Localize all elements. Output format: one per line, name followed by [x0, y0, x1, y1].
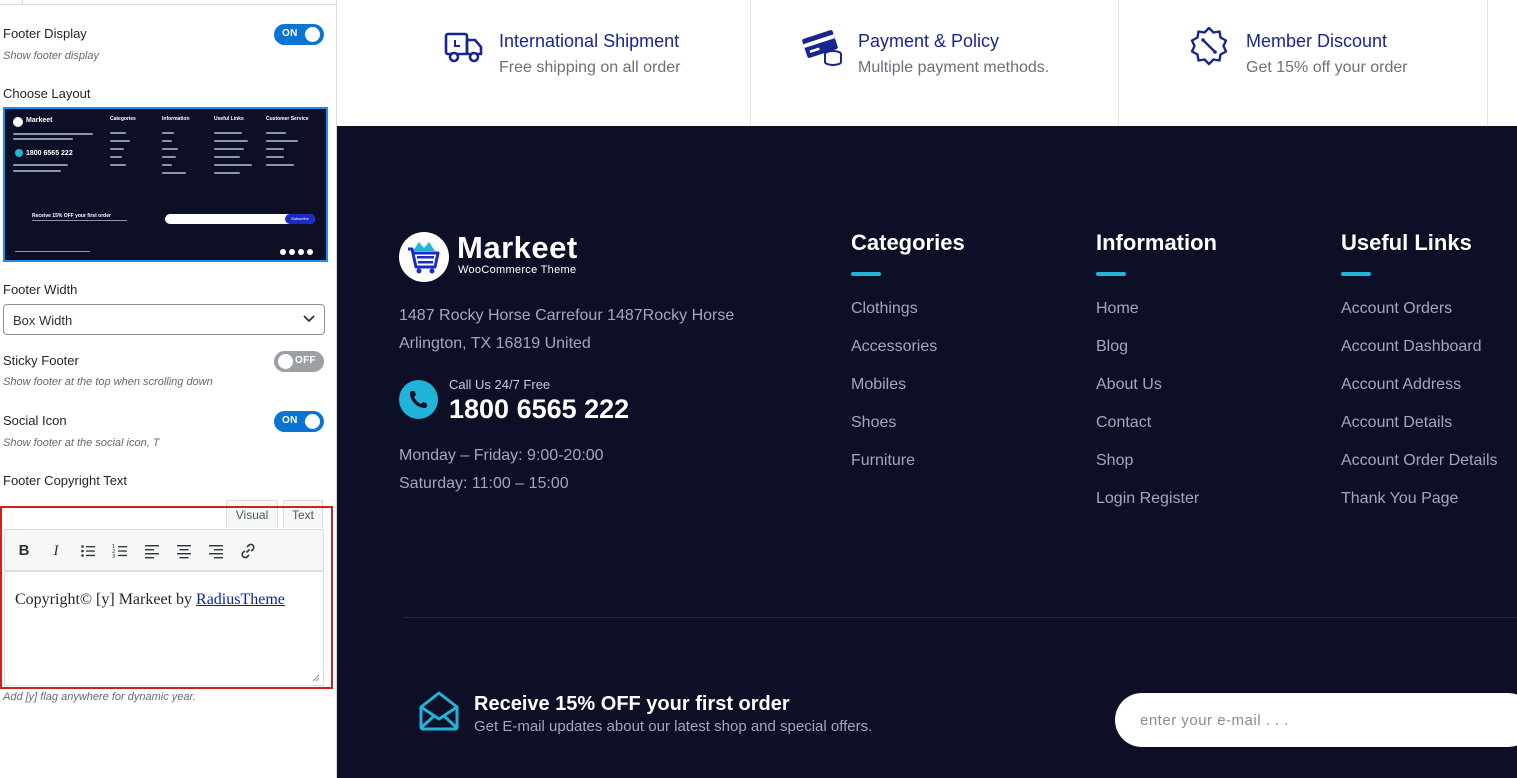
opening-hours: Monday – Friday: 9:00-20:00 Saturday: 11…: [399, 447, 604, 492]
footer-link[interactable]: About Us: [1096, 376, 1217, 414]
copyright-label: Footer Copyright Text: [3, 473, 128, 488]
customizer-panel: Footer Display Show footer display ON Ch…: [0, 0, 337, 778]
footer-display-label: Footer Display: [3, 26, 87, 41]
footer-width-value: Box Width: [13, 313, 73, 328]
toggle-state: OFF: [295, 355, 316, 366]
footer-width-select[interactable]: Box Width: [3, 304, 325, 335]
feature-title: Payment & Policy: [858, 31, 1000, 51]
feature-subtitle: Free shipping on all order: [499, 59, 681, 76]
sticky-footer-toggle[interactable]: OFF: [274, 351, 324, 372]
sticky-footer-desc: Show footer at the top when scrolling do…: [3, 376, 213, 388]
truck-icon: [444, 32, 483, 63]
thumb-subscribe-text: Receive 15% OFF your first order: [32, 213, 111, 219]
column-heading: Categories: [851, 230, 965, 255]
footer-link[interactable]: Login Register: [1096, 490, 1217, 528]
column-heading: Useful Links: [1341, 230, 1472, 255]
footer-column-categories: Categories Clothings Accessories Mobiles…: [851, 230, 965, 490]
thumb-heading: Information: [162, 116, 190, 122]
column-heading: Information: [1096, 230, 1217, 255]
credit-card-icon: [802, 30, 842, 66]
feature-title: Member Discount: [1246, 31, 1388, 51]
copyright-hint: Add [y] flag anywhere for dynamic year.: [3, 691, 196, 703]
cart-logo-icon[interactable]: [399, 232, 449, 282]
footer-link[interactable]: Account Details: [1341, 414, 1498, 452]
footer-display-toggle[interactable]: ON: [274, 24, 324, 45]
footer-link[interactable]: Thank You Page: [1341, 490, 1498, 528]
footer-link[interactable]: Blog: [1096, 338, 1217, 376]
call-label: Call Us 24/7 Free: [449, 377, 551, 392]
highlight-outline: [0, 506, 333, 689]
footer-display-desc: Show footer display: [3, 50, 99, 62]
footer-link[interactable]: Accessories: [851, 338, 965, 376]
logo-name[interactable]: Markeet: [457, 230, 578, 266]
footer-link[interactable]: Clothings: [851, 300, 965, 338]
call-number[interactable]: 1800 6565 222: [449, 394, 629, 425]
choose-layout-label: Choose Layout: [3, 86, 91, 101]
feature-discount: Member Discount Get 15% off your order: [1119, 0, 1487, 126]
toggle-knob: [305, 414, 320, 429]
newsletter-subtitle: Get E-mail updates about our latest shop…: [474, 718, 873, 735]
toggle-knob: [278, 354, 293, 369]
sticky-footer-label: Sticky Footer: [3, 353, 79, 368]
toggle-knob: [305, 27, 320, 42]
thumb-subscribe-button: Subscribe: [285, 214, 315, 224]
feature-subtitle: Get 15% off your order: [1246, 59, 1408, 76]
thumb-phone-icon: [15, 149, 23, 157]
feature-subtitle: Multiple payment methods.: [858, 59, 1050, 76]
envelope-icon: [419, 691, 459, 731]
feature-title: International Shipment: [499, 31, 680, 51]
footer-column-information: Information Home Blog About Us Contact S…: [1096, 230, 1217, 528]
panel-topbar: [0, 0, 337, 5]
footer-layout-thumbnail[interactable]: Markeet 1800 6565 222 Categories Informa…: [3, 107, 328, 262]
footer-link[interactable]: Account Order Details: [1341, 452, 1498, 490]
thumb-logo-icon: [13, 117, 23, 127]
footer-link[interactable]: Account Orders: [1341, 300, 1498, 338]
footer-link[interactable]: Mobiles: [851, 376, 965, 414]
newsletter-email-input[interactable]: [1115, 693, 1517, 747]
thumb-heading: Useful Links: [214, 116, 244, 122]
footer-link[interactable]: Account Address: [1341, 376, 1498, 414]
footer-link[interactable]: Shop: [1096, 452, 1217, 490]
site-footer: Markeet WooCommerce Theme 1487 Rocky Hor…: [337, 126, 1517, 778]
thumb-heading: Categories: [110, 116, 136, 122]
feature-shipment: International Shipment Free shipping on …: [337, 0, 750, 126]
footer-column-useful-links: Useful Links Account Orders Account Dash…: [1341, 230, 1498, 528]
toggle-state: ON: [282, 28, 298, 39]
logo-tagline: WooCommerce Theme: [458, 264, 577, 276]
toggle-state: ON: [282, 415, 298, 426]
social-icon-desc: Show footer at the social icon, T: [3, 437, 160, 449]
social-icon-label: Social Icon: [3, 413, 67, 428]
feature-payment: Payment & Policy Multiple payment method…: [751, 0, 1118, 126]
footer-width-label: Footer Width: [3, 282, 78, 297]
thumb-heading: Customer Service: [266, 116, 309, 122]
phone-icon: [399, 380, 438, 419]
social-icon-toggle[interactable]: ON: [274, 411, 324, 432]
newsletter-title: Receive 15% OFF your first order: [474, 693, 790, 715]
site-preview: International Shipment Free shipping on …: [337, 0, 1517, 778]
thumb-logo-text: Markeet: [26, 117, 53, 124]
thumb-phone-number: 1800 6565 222: [26, 150, 73, 157]
footer-address: 1487 Rocky Horse Carrefour 1487Rocky Hor…: [399, 307, 735, 352]
feature-bar: International Shipment Free shipping on …: [337, 0, 1517, 126]
discount-badge-icon: [1190, 26, 1228, 66]
footer-link[interactable]: Contact: [1096, 414, 1217, 452]
footer-link[interactable]: Account Dashboard: [1341, 338, 1498, 376]
footer-divider: [403, 617, 1517, 618]
footer-link[interactable]: Shoes: [851, 414, 965, 452]
footer-link[interactable]: Furniture: [851, 452, 965, 490]
footer-link[interactable]: Home: [1096, 300, 1217, 338]
chevron-down-icon: [303, 315, 315, 323]
